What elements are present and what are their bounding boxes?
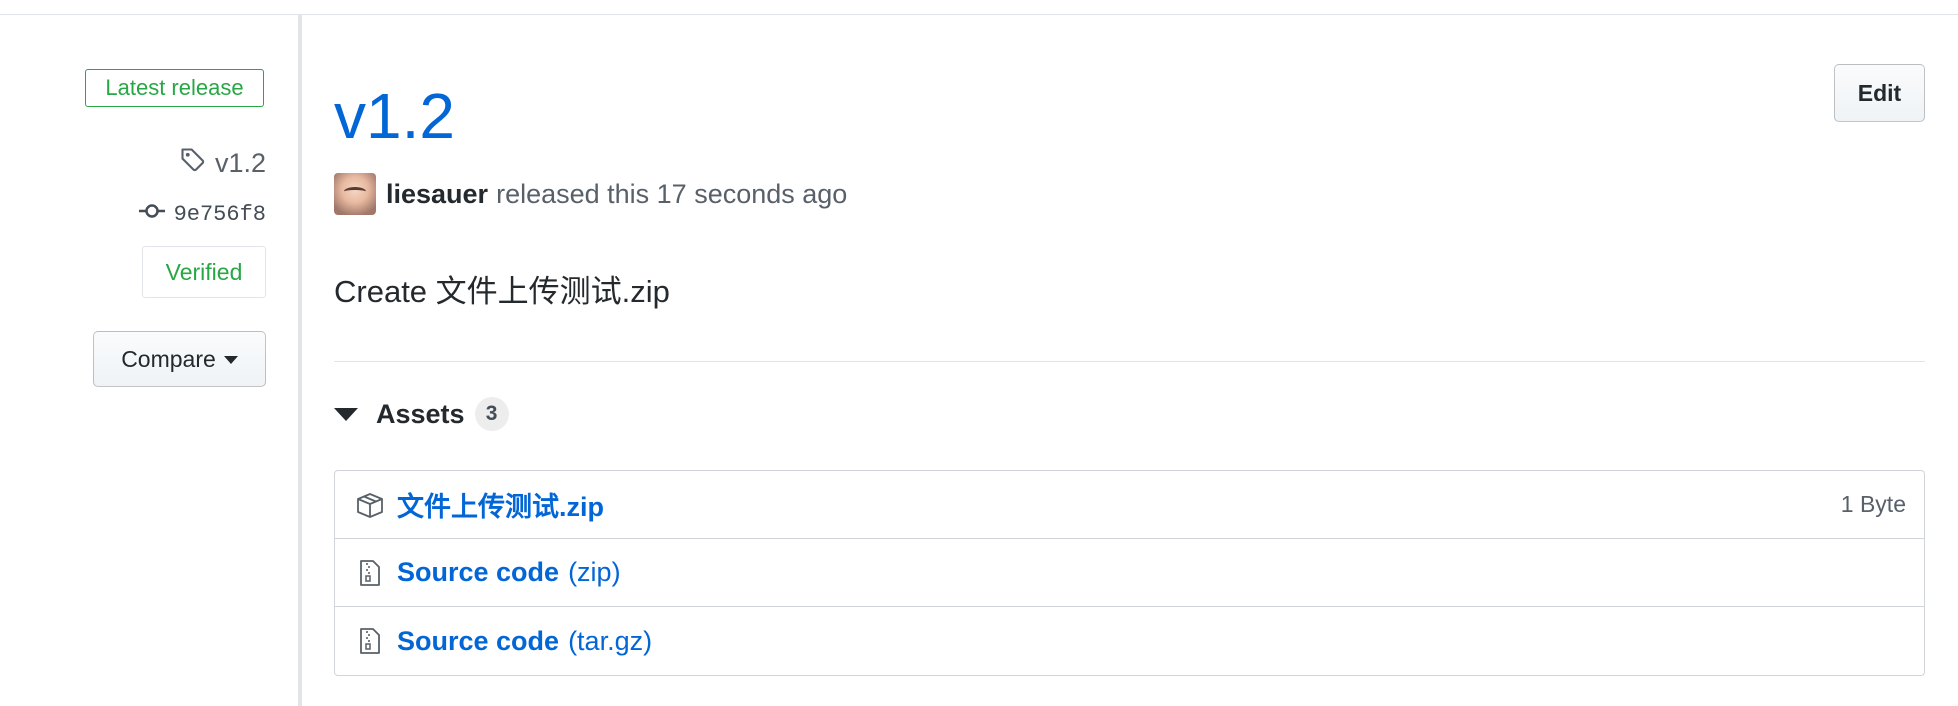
assets-label: Assets: [376, 398, 465, 429]
tag-link[interactable]: v1.2: [179, 146, 266, 181]
asset-format: (zip): [568, 557, 621, 587]
file-zip-icon: [355, 626, 385, 656]
released-text: released this 17 seconds ago: [496, 178, 848, 209]
author-link[interactable]: liesauer: [386, 179, 488, 210]
commit-link[interactable]: 9e756f8: [138, 202, 266, 227]
commit-sha: 9e756f8: [173, 202, 266, 227]
tag-icon: [179, 146, 207, 181]
tag-label: v1.2: [214, 148, 266, 178]
latest-release-badge: Latest release: [85, 69, 264, 107]
release-notes: Create 文件上传测试.zip: [334, 274, 670, 309]
file-zip-icon: [355, 558, 385, 588]
sidebar-divider: [298, 15, 302, 706]
content-divider: [334, 361, 1925, 362]
assets-list: 文件上传测试.zip 1 Byte Source code (zip) Sour…: [334, 470, 1925, 676]
assets-toggle[interactable]: Assets 3: [334, 397, 509, 431]
source-code-zip-link[interactable]: Source code: [397, 557, 559, 588]
verified-badge[interactable]: Verified: [142, 246, 266, 298]
package-icon: [355, 490, 385, 520]
release-meta: liesauer released this 17 seconds ago: [334, 172, 847, 216]
triangle-down-icon: [334, 407, 358, 421]
edit-button[interactable]: Edit: [1834, 64, 1925, 122]
source-code-targz-link[interactable]: Source code: [397, 626, 559, 657]
asset-size: 1 Byte: [1840, 491, 1906, 517]
asset-row: 文件上传测试.zip 1 Byte: [335, 471, 1924, 539]
avatar[interactable]: [334, 173, 376, 215]
git-commit-icon: [138, 202, 166, 227]
compare-label: Compare: [121, 345, 216, 372]
release-title[interactable]: v1.2: [334, 76, 455, 156]
asset-row: Source code (tar.gz): [335, 607, 1924, 675]
asset-format: (tar.gz): [568, 625, 653, 656]
asset-row: Source code (zip): [335, 539, 1924, 607]
asset-download-link[interactable]: 文件上传测试.zip: [397, 485, 604, 524]
chevron-down-icon: [223, 356, 238, 364]
assets-count-badge: 3: [474, 397, 509, 431]
top-divider: [0, 14, 1958, 15]
compare-button[interactable]: Compare: [93, 331, 266, 387]
